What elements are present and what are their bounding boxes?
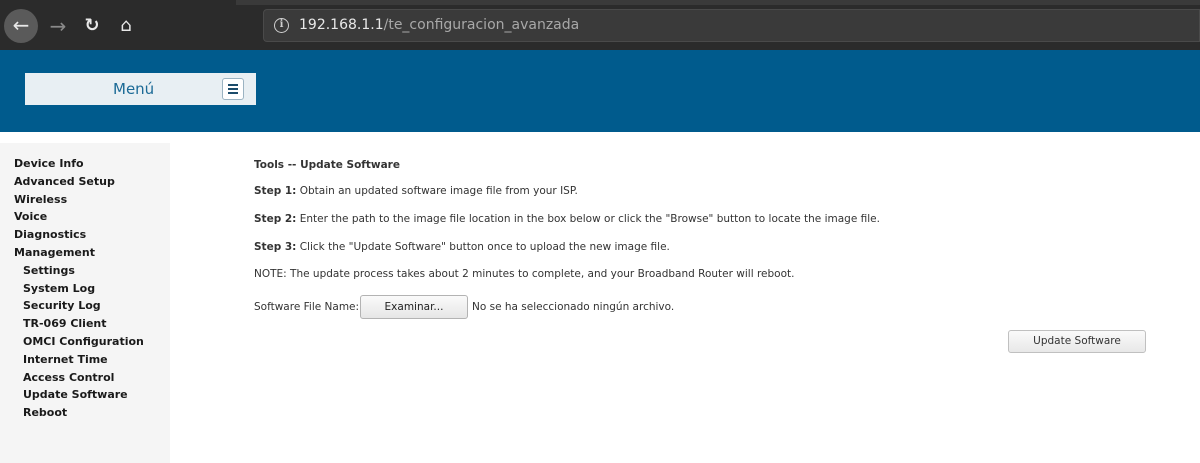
sidebar-item-access-control[interactable]: Access Control bbox=[23, 371, 114, 384]
home-icon[interactable]: ⌂ bbox=[112, 12, 140, 40]
step-1: Step 1: Obtain an updated software image… bbox=[254, 185, 578, 197]
address-bar[interactable]: i 192.168.1.1/te_configuracion_avanzada bbox=[263, 9, 1200, 42]
sidebar-item-reboot[interactable]: Reboot bbox=[23, 406, 67, 419]
file-status-text: No se ha seleccionado ningún archivo. bbox=[472, 301, 675, 313]
url-path: /te_configuracion_avanzada bbox=[383, 17, 580, 33]
url-host: 192.168.1.1 bbox=[299, 17, 384, 33]
info-icon[interactable]: i bbox=[274, 18, 289, 33]
browser-toolbar: ← → ↻ ⌂ i 192.168.1.1/te_configuracion_a… bbox=[0, 0, 1200, 50]
step-3: Step 3: Click the "Update Software" butt… bbox=[254, 241, 670, 253]
menu-label: Menú bbox=[113, 80, 155, 98]
sidebar-item-wireless[interactable]: Wireless bbox=[14, 193, 67, 206]
forward-arrow-icon[interactable]: → bbox=[44, 12, 72, 40]
browse-button[interactable]: Examinar... bbox=[360, 295, 468, 319]
sidebar-item-system-log[interactable]: System Log bbox=[23, 282, 95, 295]
file-name-label: Software File Name: bbox=[254, 301, 360, 313]
sidebar-item-device-info[interactable]: Device Info bbox=[14, 157, 84, 170]
step-2: Step 2: Enter the path to the image file… bbox=[254, 213, 880, 225]
step-3-text: Click the "Update Software" button once … bbox=[296, 241, 670, 253]
back-arrow-icon[interactable]: ← bbox=[4, 9, 38, 43]
hamburger-menu-icon[interactable] bbox=[222, 78, 244, 100]
sidebar-item-advanced-setup[interactable]: Advanced Setup bbox=[14, 175, 115, 188]
update-note: NOTE: The update process takes about 2 m… bbox=[254, 268, 795, 280]
sidebar-item-management[interactable]: Management bbox=[14, 246, 95, 259]
step-1-text: Obtain an updated software image file fr… bbox=[296, 185, 578, 197]
tab-strip bbox=[236, 0, 1200, 5]
update-software-button[interactable]: Update Software bbox=[1008, 330, 1146, 353]
step-2-label: Step 2: bbox=[254, 213, 297, 225]
page-title: Tools -- Update Software bbox=[254, 159, 400, 171]
main-content: Tools -- Update Software Step 1: Obtain … bbox=[254, 143, 1200, 463]
sidebar-item-security-log[interactable]: Security Log bbox=[23, 299, 101, 312]
sidebar-item-omci-configuration[interactable]: OMCI Configuration bbox=[23, 335, 144, 348]
sidebar-nav: Device Info Advanced Setup Wireless Voice Di… bbox=[0, 143, 170, 463]
sidebar-item-voice[interactable]: Voice bbox=[14, 210, 47, 223]
url-text[interactable]: 192.168.1.1/te_configuracion_avanzada bbox=[299, 17, 579, 33]
reload-icon[interactable]: ↻ bbox=[78, 12, 106, 40]
menu-bar[interactable]: Menú bbox=[25, 73, 256, 105]
step-3-label: Step 3: bbox=[254, 241, 297, 253]
sidebar-item-diagnostics[interactable]: Diagnostics bbox=[14, 228, 86, 241]
step-2-text: Enter the path to the image file locatio… bbox=[296, 213, 880, 225]
step-1-label: Step 1: bbox=[254, 185, 297, 197]
sidebar-item-tr-069-client[interactable]: TR-069 Client bbox=[23, 317, 107, 330]
router-header: Menú bbox=[0, 50, 1200, 132]
sidebar-item-internet-time[interactable]: Internet Time bbox=[23, 353, 108, 366]
sidebar-item-update-software[interactable]: Update Software bbox=[23, 388, 128, 401]
sidebar-item-settings[interactable]: Settings bbox=[23, 264, 75, 277]
